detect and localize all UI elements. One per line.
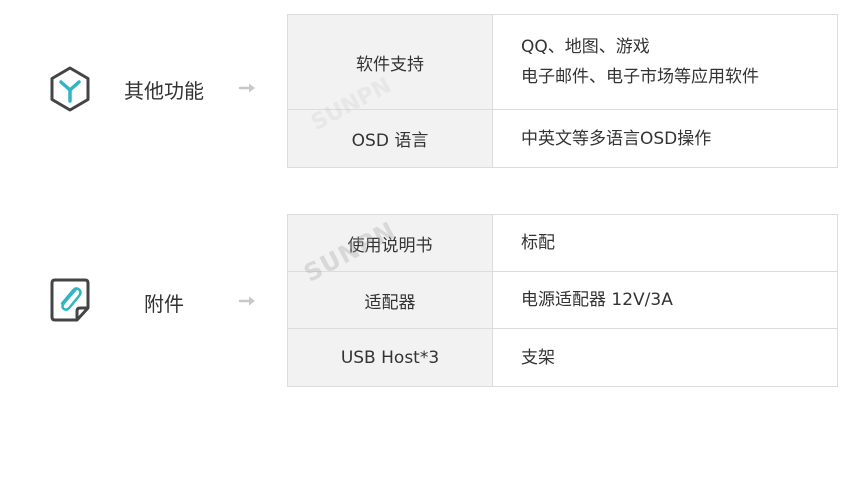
section-accessories: 附件 使用说明书 标配 适配器 电源适配器 12V/3A USB Host*3 … <box>0 214 860 387</box>
table-row: 使用说明书 标配 <box>287 214 838 272</box>
table-row: 适配器 电源适配器 12V/3A <box>287 271 838 329</box>
spec-value-line: 支架 <box>521 347 555 368</box>
spec-value: 标配 <box>492 214 838 272</box>
table-row: OSD 语言 中英文等多语言OSD操作 <box>287 109 838 168</box>
spec-key: 适配器 <box>287 271 493 329</box>
spec-value-line: 标配 <box>521 233 555 253</box>
spec-key: 使用说明书 <box>287 214 493 272</box>
spec-table: 使用说明书 标配 适配器 电源适配器 12V/3A USB Host*3 支架 <box>287 214 838 387</box>
paperclip-document-icon <box>50 278 90 322</box>
arrow-right-icon <box>238 83 255 93</box>
category-label: 附件 <box>144 292 184 316</box>
table-row: USB Host*3 支架 <box>287 328 838 387</box>
spec-value: QQ、地图、游戏 电子邮件、电子市场等应用软件 <box>492 14 838 110</box>
arrow-right-icon <box>238 296 255 306</box>
spec-value: 电源适配器 12V/3A <box>492 271 838 329</box>
spec-value-line: 中英文等多语言OSD操作 <box>521 128 712 149</box>
cube-icon <box>50 66 90 112</box>
table-row: 软件支持 QQ、地图、游戏 电子邮件、电子市场等应用软件 <box>287 14 838 110</box>
category-label: 其他功能 <box>124 79 204 103</box>
spec-value: 支架 <box>492 328 838 387</box>
section-other-functions: 其他功能 软件支持 QQ、地图、游戏 电子邮件、电子市场等应用软件 OSD 语言… <box>0 14 860 168</box>
spec-key: USB Host*3 <box>287 328 493 387</box>
spec-key: OSD 语言 <box>287 109 493 168</box>
spec-key: 软件支持 <box>287 14 493 110</box>
spec-value-line: QQ、地图、游戏 <box>521 37 650 57</box>
spec-value: 中英文等多语言OSD操作 <box>492 109 838 168</box>
spec-table: 软件支持 QQ、地图、游戏 电子邮件、电子市场等应用软件 OSD 语言 中英文等… <box>287 14 838 168</box>
spec-value-line: 电源适配器 12V/3A <box>521 290 673 310</box>
spec-value-line: 电子邮件、电子市场等应用软件 <box>521 67 759 87</box>
